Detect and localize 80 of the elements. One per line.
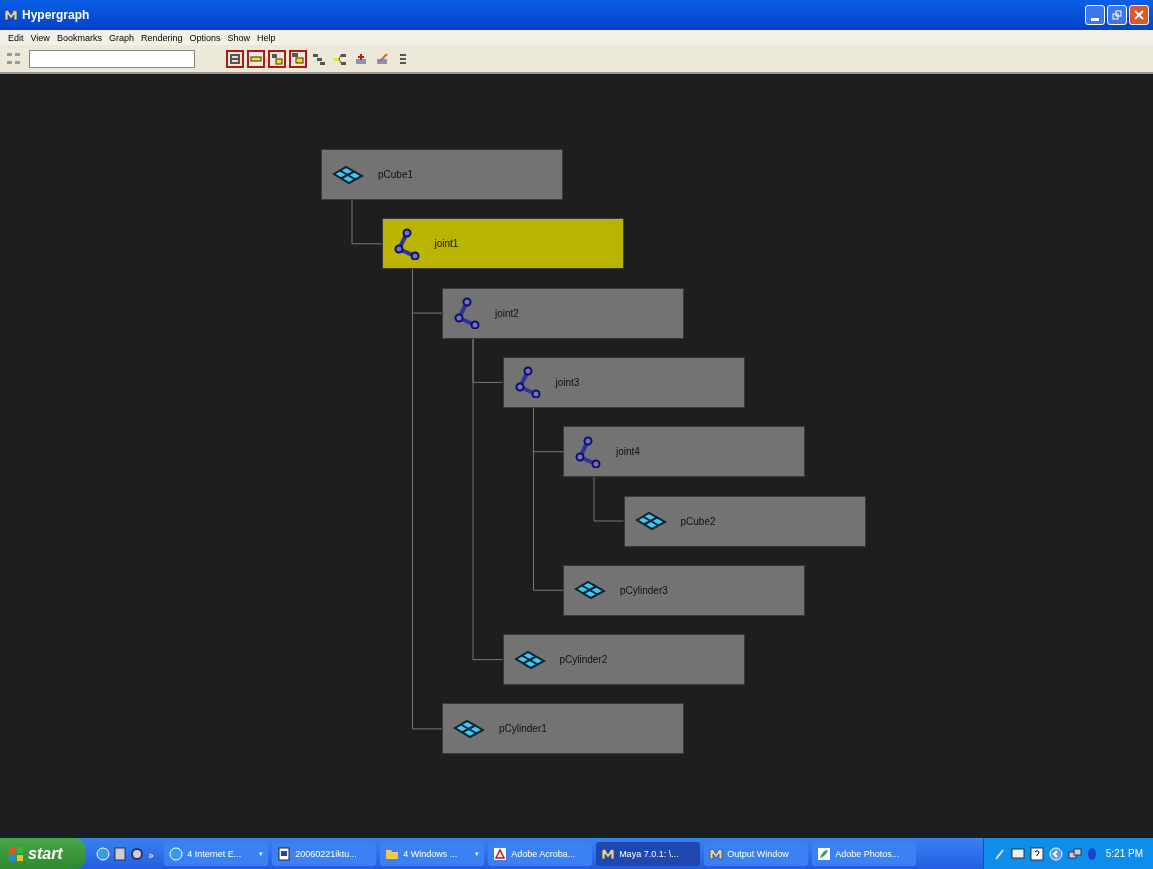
graph-node[interactable]: pCylinder2 — [502, 634, 745, 686]
node-label: pCylinder3 — [620, 584, 668, 596]
node-label: pCube1 — [378, 169, 414, 180]
joint-icon — [574, 435, 602, 468]
mesh-icon — [513, 649, 546, 670]
list-icon — [397, 52, 409, 65]
mesh-icon — [574, 580, 606, 601]
graph-node[interactable]: joint3 — [502, 356, 745, 408]
menu-item[interactable]: View — [30, 32, 50, 43]
graph-node[interactable]: pCube2 — [623, 495, 866, 547]
globe-icon[interactable] — [96, 846, 110, 861]
restore-button[interactable] — [1107, 5, 1127, 25]
network-icon[interactable] — [1067, 846, 1082, 861]
start-button[interactable]: start — [0, 838, 86, 869]
frame-button[interactable] — [226, 49, 244, 68]
menu-item[interactable]: Bookmarks — [56, 32, 102, 43]
feather-icon — [817, 846, 832, 861]
globe-icon — [169, 846, 184, 861]
node-label: joint3 — [555, 376, 580, 388]
node-label: joint2 — [495, 307, 519, 319]
bookmark-icon[interactable] — [6, 50, 22, 67]
help-icon[interactable] — [1029, 846, 1044, 861]
clock: 5:21 PM — [1105, 848, 1143, 859]
mesh-icon — [453, 718, 485, 739]
maya-icon — [601, 846, 616, 861]
branch-icon — [334, 52, 346, 65]
pdf-icon — [493, 846, 508, 861]
add-icon — [355, 52, 367, 65]
graph-node[interactable]: joint1 — [381, 218, 624, 270]
monitor-icon[interactable] — [1010, 846, 1025, 861]
taskbar-button[interactable]: Output Window — [704, 841, 809, 866]
overflow-chevron[interactable]: » — [148, 850, 155, 861]
menu-item[interactable]: Edit — [8, 32, 24, 43]
graph-node[interactable]: pCylinder1 — [442, 703, 684, 755]
expand-icon[interactable] — [1048, 846, 1063, 861]
taskbar-button[interactable]: Adobe Photos... — [812, 841, 917, 866]
search-field[interactable] — [29, 49, 195, 68]
taskbar-button[interactable]: Adobe Acroba... — [488, 841, 593, 866]
mesh-icon — [332, 164, 364, 185]
node-label: joint4 — [616, 446, 640, 458]
calculator-icon[interactable] — [114, 846, 126, 861]
maya-icon — [4, 8, 18, 22]
windows-logo-icon — [8, 845, 24, 862]
node-label: joint1 — [434, 238, 459, 250]
graph-node[interactable]: joint4 — [563, 426, 805, 478]
taskbar-button[interactable]: 20060221iktu... — [272, 841, 377, 866]
stack-button[interactable] — [268, 49, 286, 68]
joint-icon — [513, 366, 542, 399]
graph-node[interactable]: joint2 — [442, 287, 684, 339]
menu-item[interactable]: Options — [189, 32, 221, 43]
node-label: pCylinder2 — [559, 654, 608, 666]
node-label: pCube2 — [680, 515, 716, 527]
graph-node[interactable]: pCylinder3 — [563, 564, 805, 616]
close-icon — [1134, 10, 1144, 20]
minimize-button[interactable] — [1085, 5, 1105, 25]
menu-item[interactable]: Rendering — [140, 32, 183, 43]
connector-line — [351, 199, 382, 245]
stacked-boxes-icon — [271, 52, 283, 65]
offset-boxes-icon — [292, 52, 304, 65]
mesh-icon — [634, 511, 667, 531]
graph-node[interactable]: pCube1 — [321, 149, 563, 200]
joint-icon — [453, 297, 481, 330]
taskbar-button[interactable]: Maya 7.0.1: \... — [596, 841, 701, 866]
restore-icon — [1112, 10, 1122, 20]
window-title: Hypergraph — [22, 8, 90, 22]
close-button[interactable] — [1129, 5, 1149, 25]
grid-icon — [229, 52, 241, 65]
tree-icon — [313, 52, 325, 65]
menu-item[interactable]: Show — [227, 32, 250, 43]
minimize-icon — [1091, 17, 1099, 21]
pencil-icon — [376, 52, 388, 65]
document-icon — [277, 846, 292, 861]
collapse-button[interactable] — [247, 49, 265, 68]
node-label: pCylinder1 — [499, 723, 547, 735]
menu-item[interactable]: Graph — [108, 32, 134, 43]
connector-line — [593, 476, 624, 522]
maya-icon — [709, 846, 724, 861]
offset-button[interactable] — [289, 49, 307, 68]
menu-item[interactable]: Help — [257, 32, 276, 43]
joint-icon — [392, 227, 421, 260]
